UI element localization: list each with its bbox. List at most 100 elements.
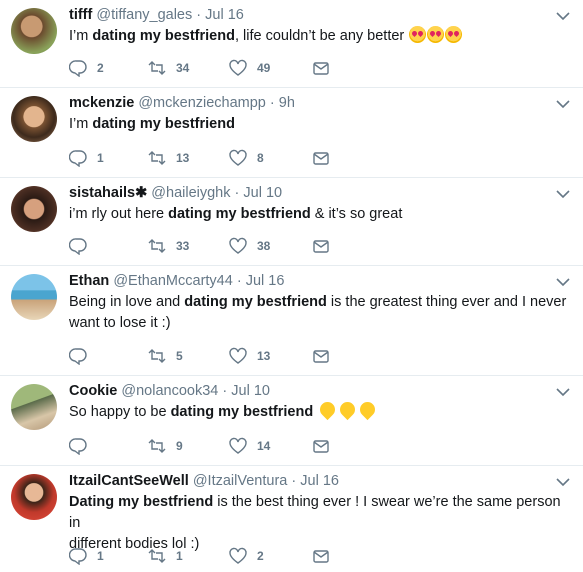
reply-icon [69,238,87,255]
tweet-text: Being in love and dating my bestfriend i… [69,292,569,334]
tweet-actions: 1 13 8 [69,148,369,168]
retweet-button[interactable]: 33 [148,236,189,256]
retweet-count: 13 [176,151,190,165]
retweet-button[interactable]: 13 [148,148,189,168]
avatar[interactable] [11,186,57,232]
timestamp[interactable]: Jul 16 [205,7,244,23]
retweet-count: 9 [176,439,183,453]
tweet[interactable]: sistahails✱ @haileiyghk · Jul 10 i’m rly… [0,178,583,266]
display-name[interactable]: Ethan [69,273,109,289]
chevron-down-icon[interactable] [555,384,571,400]
reply-icon [69,348,87,365]
envelope-icon [313,152,329,165]
avatar[interactable] [11,274,57,320]
direct-message-button[interactable] [312,58,340,78]
avatar[interactable] [11,384,57,430]
timestamp[interactable]: Jul 16 [300,473,339,489]
heart-icon [229,437,247,454]
handle[interactable]: @nolancook34 [121,383,218,399]
like-button[interactable]: 38 [229,236,270,256]
handle[interactable]: @EthanMccarty44 [113,273,233,289]
chevron-down-icon[interactable] [555,8,571,24]
chevron-down-icon[interactable] [555,274,571,290]
tweet[interactable]: Ethan @EthanMccarty44 · Jul 16 Being in … [0,266,583,376]
heart-icon [229,547,247,564]
reply-count: 1 [97,151,104,165]
tweet-text: i’m rly out here dating my bestfriend & … [69,204,569,225]
tweet[interactable]: Cookie @nolancook34 · Jul 10 So happy to… [0,376,583,466]
timestamp[interactable]: Jul 10 [231,383,270,399]
reply-count: 2 [97,61,104,75]
display-name[interactable]: ItzailCantSeeWell [69,473,189,489]
retweet-count: 34 [176,61,190,75]
handle[interactable]: @haileiyghk [151,185,230,201]
envelope-icon [313,440,329,453]
envelope-icon [313,240,329,253]
yellow-heart-emoji [318,402,337,419]
tweet-actions: 5 13 [69,346,369,366]
reply-button[interactable] [69,436,97,456]
retweet-count: 33 [176,239,190,253]
chevron-down-icon[interactable] [555,474,571,490]
direct-message-button[interactable] [312,546,340,566]
avatar[interactable] [11,474,57,520]
heart-eyes-emoji [427,26,445,43]
reply-button[interactable]: 2 [69,58,104,78]
retweet-button[interactable]: 5 [148,346,183,366]
reply-button[interactable]: 1 [69,148,104,168]
reply-button[interactable]: 1 [69,546,104,566]
like-button[interactable]: 49 [229,58,270,78]
like-count: 2 [257,549,264,563]
display-name[interactable]: tifff [69,7,92,23]
direct-message-button[interactable] [312,346,340,366]
like-count: 14 [257,439,271,453]
yellow-heart-emoji [358,402,377,419]
text-segment: want to lose it :) [69,315,171,331]
separator: · [269,95,275,111]
direct-message-button[interactable] [312,436,340,456]
direct-message-button[interactable] [312,148,340,168]
retweet-button[interactable]: 1 [148,546,183,566]
avatar[interactable] [11,8,57,54]
text-segment: So happy to be [69,404,171,420]
handle[interactable]: @mckenziechampp [138,95,266,111]
handle[interactable]: @tiffany_gales [96,7,192,23]
tweet-text: I’m dating my bestfriend, life couldn’t … [69,26,569,47]
reply-button[interactable] [69,346,97,366]
search-highlight: dating my bestfriend [92,116,235,132]
retweet-button[interactable]: 34 [148,58,189,78]
direct-message-button[interactable] [312,236,340,256]
like-count: 13 [257,349,271,363]
timestamp[interactable]: Jul 10 [243,185,282,201]
chevron-down-icon[interactable] [555,186,571,202]
tweet[interactable]: ItzailCantSeeWell @ItzailVentura · Jul 1… [0,466,583,572]
like-button[interactable]: 14 [229,436,270,456]
like-button[interactable]: 8 [229,148,264,168]
text-segment: Being in love and [69,294,185,310]
search-highlight: dating my bestfriend [170,404,314,420]
chevron-down-icon[interactable] [555,96,571,112]
display-name[interactable]: Cookie [69,383,117,399]
like-count: 38 [257,239,271,253]
display-name[interactable]: mckenzie [69,95,134,111]
timestamp[interactable]: Jul 16 [246,273,285,289]
tweet-actions: 9 14 [69,436,369,456]
search-highlight: dating my bestfriend [184,294,327,310]
retweet-icon [148,151,166,165]
tweet[interactable]: tifff @tiffany_gales · Jul 16 I’m dating… [0,0,583,88]
search-highlight: dating my bestfriend [168,206,311,222]
handle[interactable]: @ItzailVentura [193,473,288,489]
retweet-button[interactable]: 9 [148,436,183,456]
like-button[interactable]: 2 [229,546,264,566]
timestamp[interactable]: 9h [279,95,295,111]
tweet-actions: 1 1 2 [69,546,369,566]
tweet-actions: 33 38 [69,236,369,256]
heart-icon [229,237,247,254]
reply-button[interactable] [69,236,97,256]
like-button[interactable]: 13 [229,346,270,366]
avatar[interactable] [11,96,57,142]
display-name[interactable]: sistahails✱ [69,185,147,201]
tweet[interactable]: mckenzie @mckenziechampp · 9h I’m dating… [0,88,583,178]
tweet-header: tifff @tiffany_gales · Jul 16 [69,6,244,25]
heart-icon [229,149,247,166]
